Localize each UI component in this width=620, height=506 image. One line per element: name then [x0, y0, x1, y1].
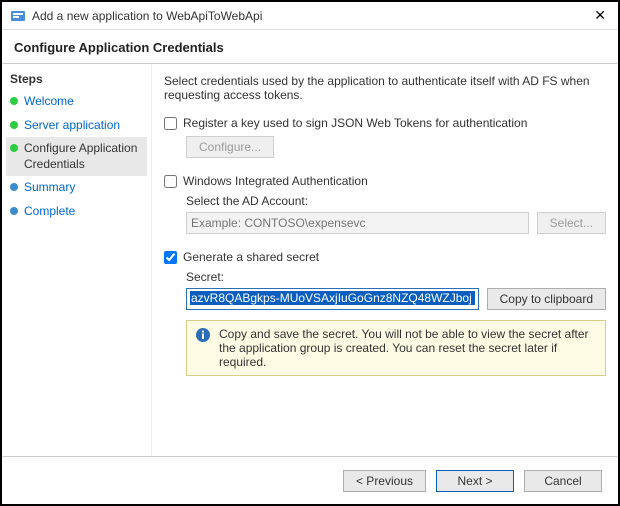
- bullet-icon: [10, 207, 18, 215]
- shared-secret-section: Generate a shared secret Secret: azvR8QA…: [164, 250, 606, 376]
- step-label: Configure Application Credentials: [24, 141, 143, 172]
- cancel-button[interactable]: Cancel: [524, 470, 602, 492]
- close-icon[interactable]: ✕: [590, 7, 610, 24]
- steps-heading: Steps: [6, 70, 147, 90]
- bullet-icon: [10, 97, 18, 105]
- secret-input[interactable]: azvR8QABgkps-MUoVSAxjIuGoGnz8NZQ48WZJboj: [186, 288, 479, 310]
- secret-value: azvR8QABgkps-MUoVSAxjIuGoGnz8NZQ48WZJboj: [190, 291, 475, 305]
- previous-button[interactable]: < Previous: [343, 470, 426, 492]
- step-label: Complete: [24, 204, 75, 220]
- app-icon: [10, 8, 26, 24]
- bullet-icon: [10, 121, 18, 129]
- window-title: Add a new application to WebApiToWebApi: [32, 9, 590, 23]
- titlebar: Add a new application to WebApiToWebApi …: [2, 2, 618, 30]
- wia-label: Windows Integrated Authentication: [183, 174, 368, 188]
- info-box: Copy and save the secret. You will not b…: [186, 320, 606, 376]
- shared-secret-checkbox-row[interactable]: Generate a shared secret: [164, 250, 606, 264]
- wia-checkbox-row[interactable]: Windows Integrated Authentication: [164, 174, 606, 188]
- step-summary[interactable]: Summary: [6, 176, 147, 200]
- ad-account-input: [186, 212, 529, 234]
- select-ad-button: Select...: [537, 212, 606, 234]
- info-text: Copy and save the secret. You will not b…: [219, 327, 597, 369]
- register-key-section: Register a key used to sign JSON Web Tok…: [164, 116, 606, 158]
- ad-account-label: Select the AD Account:: [186, 194, 606, 208]
- main-panel: Select credentials used by the applicati…: [152, 64, 618, 457]
- configure-button: Configure...: [186, 136, 274, 158]
- copy-to-clipboard-button[interactable]: Copy to clipboard: [487, 288, 606, 310]
- secret-field-label: Secret:: [186, 270, 606, 284]
- footer: < Previous Next > Cancel: [2, 456, 618, 504]
- page-title: Configure Application Credentials: [14, 40, 606, 55]
- header: Configure Application Credentials: [2, 30, 618, 63]
- step-server-application[interactable]: Server application: [6, 114, 147, 138]
- bullet-icon: [10, 183, 18, 191]
- step-label: Summary: [24, 180, 75, 196]
- step-label: Welcome: [24, 94, 74, 110]
- info-icon: [195, 327, 211, 343]
- shared-secret-label: Generate a shared secret: [183, 250, 319, 264]
- register-key-label: Register a key used to sign JSON Web Tok…: [183, 116, 527, 130]
- step-label: Server application: [24, 118, 120, 134]
- wia-section: Windows Integrated Authentication Select…: [164, 174, 606, 234]
- step-welcome[interactable]: Welcome: [6, 90, 147, 114]
- register-key-checkbox[interactable]: [164, 117, 177, 130]
- shared-secret-checkbox[interactable]: [164, 251, 177, 264]
- bullet-icon: [10, 144, 18, 152]
- step-complete[interactable]: Complete: [6, 200, 147, 224]
- step-configure-credentials[interactable]: Configure Application Credentials: [6, 137, 147, 176]
- register-key-checkbox-row[interactable]: Register a key used to sign JSON Web Tok…: [164, 116, 606, 130]
- steps-sidebar: Steps Welcome Server application Configu…: [2, 64, 152, 457]
- intro-text: Select credentials used by the applicati…: [164, 74, 606, 102]
- wia-checkbox[interactable]: [164, 175, 177, 188]
- next-button[interactable]: Next >: [436, 470, 514, 492]
